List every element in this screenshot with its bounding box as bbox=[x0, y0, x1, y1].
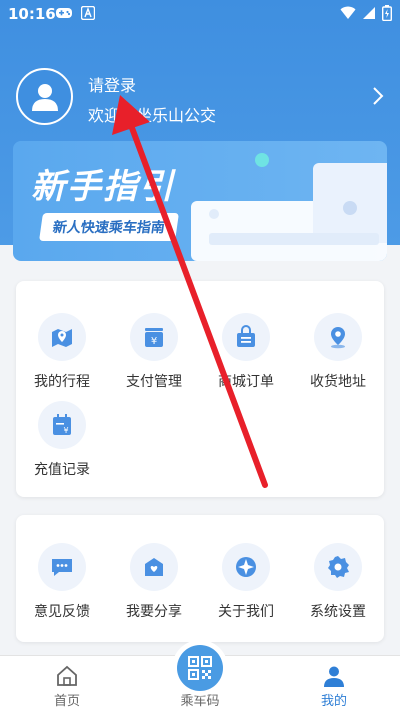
ride-code-button[interactable] bbox=[172, 640, 228, 696]
menu-label: 商城订单 bbox=[218, 374, 274, 390]
gear-icon bbox=[314, 543, 362, 591]
menu-label: 我要分享 bbox=[126, 604, 182, 620]
menu-item-payment[interactable]: ¥ 支付管理 bbox=[108, 313, 200, 393]
menu-item-recharge-records[interactable]: ¥ 充值记录 bbox=[16, 401, 108, 481]
profile-header[interactable]: 请登录 欢迎乘坐乐山公交 bbox=[16, 68, 384, 126]
chevron-right-icon[interactable] bbox=[372, 86, 384, 106]
login-link[interactable]: 请登录 bbox=[88, 72, 136, 96]
menu-card-secondary: 意见反馈 我要分享 关于我们 系统设置 bbox=[16, 515, 384, 642]
signal-icon bbox=[363, 7, 375, 19]
avatar[interactable] bbox=[16, 68, 73, 125]
app-a-icon bbox=[81, 6, 95, 20]
menu-label: 收货地址 bbox=[310, 374, 366, 390]
wallet-icon: ¥ bbox=[130, 313, 178, 361]
menu-label: 关于我们 bbox=[218, 604, 274, 620]
status-bar: 10:16 bbox=[0, 0, 400, 28]
map-pin-icon bbox=[38, 313, 86, 361]
tab-home[interactable]: 首页 bbox=[17, 656, 117, 710]
status-time: 10:16 bbox=[8, 5, 56, 23]
wifi-icon bbox=[340, 6, 356, 19]
home-icon bbox=[57, 665, 77, 686]
share-icon bbox=[130, 543, 178, 591]
banner-title: 新手指引 bbox=[31, 167, 175, 207]
compass-icon bbox=[222, 543, 270, 591]
menu-label: 系统设置 bbox=[310, 604, 366, 620]
qr-code-icon bbox=[188, 656, 212, 680]
gamepad-icon bbox=[56, 8, 72, 18]
menu-item-address[interactable]: 收货地址 bbox=[292, 313, 384, 393]
chat-icon bbox=[38, 543, 86, 591]
welcome-text: 欢迎乘坐乐山公交 bbox=[88, 106, 217, 125]
svg-text:¥: ¥ bbox=[63, 426, 68, 435]
menu-item-share[interactable]: 我要分享 bbox=[108, 543, 200, 623]
menu-item-orders[interactable]: 商城订单 bbox=[200, 313, 292, 393]
guide-banner[interactable]: 新手指引 新人快速乘车指南 bbox=[13, 141, 387, 261]
menu-item-settings[interactable]: 系统设置 bbox=[292, 543, 384, 623]
tab-label: 我的 bbox=[320, 694, 347, 709]
shopping-bag-icon bbox=[222, 313, 270, 361]
menu-label: 我的行程 bbox=[34, 374, 90, 390]
menu-label: 充值记录 bbox=[34, 462, 90, 478]
calendar-yen-icon: ¥ bbox=[38, 401, 86, 449]
menu-label: 支付管理 bbox=[126, 374, 182, 390]
svg-text:¥: ¥ bbox=[151, 336, 157, 347]
menu-item-feedback[interactable]: 意见反馈 bbox=[16, 543, 108, 623]
menu-label: 意见反馈 bbox=[34, 604, 90, 620]
menu-item-about[interactable]: 关于我们 bbox=[200, 543, 292, 623]
menu-item-my-trips[interactable]: 我的行程 bbox=[16, 313, 108, 393]
menu-card-primary: 我的行程 ¥ 支付管理 商城订单 收货地址 ¥ 充值记录 bbox=[16, 281, 384, 497]
user-icon bbox=[324, 666, 344, 687]
tab-mine[interactable]: 我的 bbox=[284, 656, 384, 710]
user-avatar-icon bbox=[31, 83, 58, 111]
location-icon bbox=[314, 313, 362, 361]
battery-icon bbox=[382, 5, 392, 21]
tab-label: 首页 bbox=[53, 694, 80, 709]
banner-subtitle: 新人快速乘车指南 bbox=[39, 213, 179, 241]
